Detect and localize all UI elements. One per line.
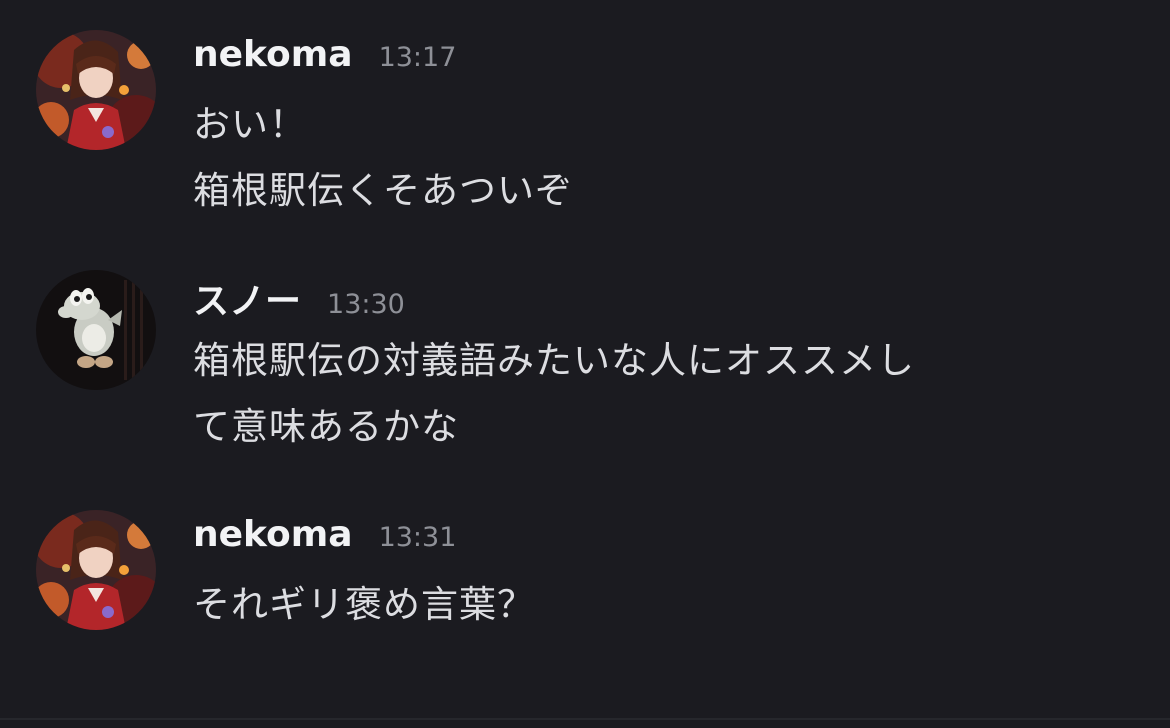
avatar[interactable] bbox=[36, 270, 156, 390]
message-author[interactable]: nekoma bbox=[193, 514, 353, 555]
message-author[interactable]: nekoma bbox=[193, 34, 353, 75]
message-author[interactable]: スノー bbox=[193, 281, 301, 322]
message-timestamp: 13:31 bbox=[378, 522, 457, 553]
divider bbox=[0, 718, 1170, 720]
message-text-line: て意味あるかな bbox=[193, 405, 459, 448]
message-text-line: 箱根駅伝の対義語みたいな人にオススメし bbox=[193, 339, 915, 382]
avatar[interactable] bbox=[36, 30, 156, 150]
dinosaur-avatar-icon bbox=[36, 270, 156, 390]
message-text-line: それギリ褒め言葉？ bbox=[193, 583, 535, 626]
message-text-line: 箱根駅伝くそあついぞ bbox=[193, 169, 573, 212]
chat-message-list[interactable]: nekoma 13:17 おい！ 箱根駅伝くそあついぞ スノー 13:30 箱根… bbox=[0, 0, 1170, 716]
anime-girl-avatar-icon bbox=[36, 510, 156, 630]
avatar[interactable] bbox=[36, 510, 156, 630]
anime-girl-avatar-icon bbox=[36, 30, 156, 150]
message-text-line: おい！ bbox=[193, 103, 307, 146]
message-timestamp: 13:17 bbox=[378, 42, 457, 73]
message-timestamp: 13:30 bbox=[327, 289, 405, 320]
